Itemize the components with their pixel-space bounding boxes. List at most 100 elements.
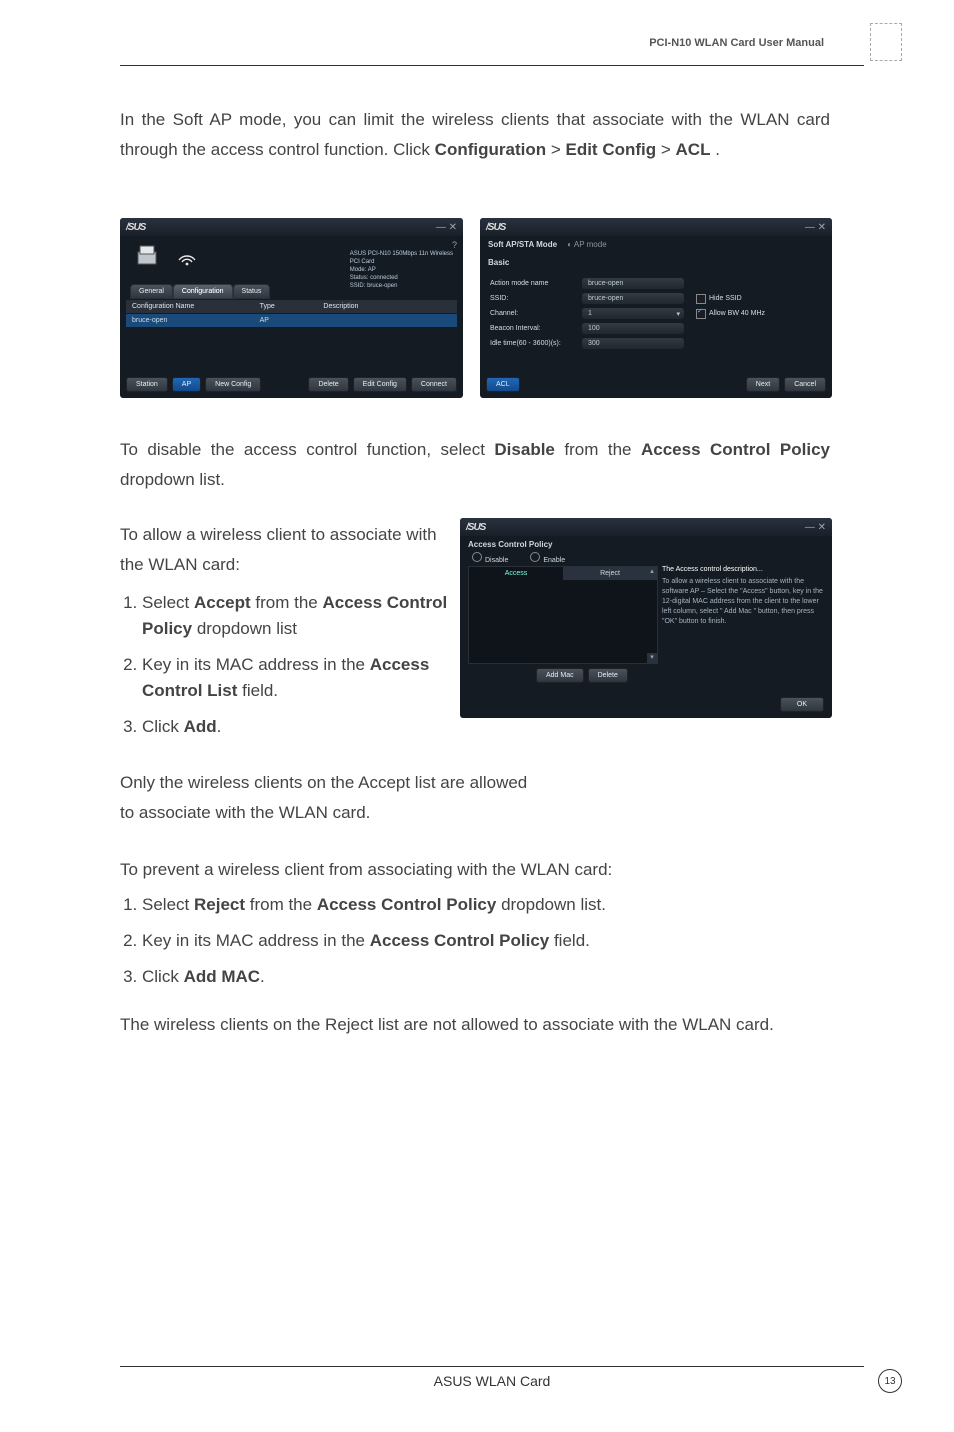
screenshot-basic-settings: /SUS — ✕ Soft AP/STA Mode ◐ AP mode Basi… [480, 218, 832, 398]
accept-note: Only the wireless clients on the Accept … [120, 768, 540, 828]
window-titlebar: /SUS — ✕ [120, 218, 463, 236]
window-controls[interactable]: — ✕ [436, 222, 457, 233]
text: > [661, 140, 676, 159]
hide-ssid-label: Hide SSID [709, 295, 742, 302]
wifi-icon [176, 246, 198, 268]
window-titlebar: /SUS — ✕ [460, 518, 832, 536]
tab-access[interactable]: Access [469, 567, 563, 580]
window-titlebar: /SUS — ✕ [480, 218, 832, 236]
section-basic: Basic [488, 258, 509, 267]
page-header-rule: PCI-N10 WLAN Card User Manual [120, 45, 864, 66]
prevent-steps: Select Reject from the Access Control Po… [120, 892, 842, 1000]
help-icon[interactable]: ? [452, 240, 457, 250]
text: from the [564, 440, 641, 459]
action-mode-input[interactable]: bruce-open [582, 278, 684, 289]
menu-acl: ACL [676, 140, 711, 159]
mode-label: Soft AP/STA Mode [488, 240, 557, 249]
text: dropdown list. [120, 470, 225, 489]
ap-button[interactable]: AP [172, 377, 201, 392]
radio-enable[interactable]: Enable [530, 552, 565, 564]
table-row[interactable]: bruce-open AP [126, 314, 457, 327]
beacon-input[interactable]: 100 [582, 323, 684, 334]
idle-time-input[interactable]: 300 [582, 338, 684, 349]
idle-time-label: Idle time(60 - 3600)(s): [490, 340, 582, 347]
allow-intro: To allow a wireless client to associate … [120, 520, 440, 580]
info-line: Status: connected [350, 274, 453, 282]
list-item: Click Add MAC. [142, 964, 842, 990]
pci-card-icon [870, 23, 902, 61]
text: . [715, 140, 720, 159]
reject-note: The wireless clients on the Reject list … [120, 1010, 830, 1040]
page-number: 13 [878, 1369, 902, 1393]
allow-bw40-checkbox[interactable] [696, 309, 706, 319]
page-footer-rule: ASUS WLAN Card 13 [120, 1366, 864, 1387]
col-description: Description [323, 303, 451, 310]
info-line: SSID: bruce-open [350, 282, 453, 290]
col-type: Type [260, 303, 324, 310]
row-name: bruce-open [132, 317, 260, 324]
footer-title: ASUS WLAN Card [120, 1373, 864, 1389]
list-item: Key in its MAC address in the Access Con… [142, 652, 462, 704]
radio-disable[interactable]: Disable [472, 552, 508, 564]
acp-heading: Access Control Policy [468, 540, 552, 549]
screenshot-access-control: /SUS — ✕ Access Control Policy Disable E… [460, 518, 832, 718]
list-item: Key in its MAC address in the Access Con… [142, 928, 842, 954]
row-desc [323, 317, 451, 324]
beacon-label: Beacon Interval: [490, 325, 582, 332]
acp-bold: Access Control Policy [641, 440, 830, 459]
description-title: The Access control description... [662, 566, 824, 573]
acl-button[interactable]: ACL [486, 377, 520, 392]
mac-list-area: Access Reject ▴ ▾ [468, 566, 658, 664]
window-controls[interactable]: — ✕ [805, 222, 826, 233]
card-icon [136, 244, 162, 268]
channel-select[interactable]: 1▾ [582, 308, 684, 319]
list-item: Select Accept from the Access Control Po… [142, 590, 462, 642]
add-mac-button[interactable]: Add Mac [536, 668, 584, 683]
edit-config-button[interactable]: Edit Config [353, 377, 407, 392]
list-item: Select Reject from the Access Control Po… [142, 892, 842, 918]
chevron-down-icon: ▾ [676, 310, 680, 318]
text: To disable the access control function, … [120, 440, 494, 459]
allow-steps: Select Accept from the Access Control Po… [120, 590, 462, 750]
list-item: Click Add. [142, 714, 462, 740]
info-line: ASUS PCI-N10 150Mbps 11n Wireless [350, 250, 453, 258]
menu-edit-config: Edit Config [565, 140, 656, 159]
channel-label: Channel: [490, 310, 582, 317]
info-line: PCI Card [350, 258, 453, 266]
disable-bold: Disable [494, 440, 554, 459]
connect-button[interactable]: Connect [411, 377, 457, 392]
row-type: AP [260, 317, 324, 324]
tab-status[interactable]: Status [233, 284, 271, 299]
scroll-up-icon[interactable]: ▴ [647, 567, 657, 577]
hide-ssid-checkbox[interactable] [696, 294, 706, 304]
action-mode-label: Action mode name [490, 280, 582, 287]
station-button[interactable]: Station [126, 377, 168, 392]
mode-value: ◐ AP mode [567, 240, 606, 249]
description-body: To allow a wireless client to associate … [662, 577, 824, 627]
next-button[interactable]: Next [746, 377, 780, 392]
asus-logo: /SUS [466, 522, 485, 533]
allow-bw40-label: Allow BW 40 MHz [709, 310, 765, 317]
ssid-input[interactable]: bruce-open [582, 293, 684, 304]
asus-logo: /SUS [486, 222, 505, 233]
tab-general[interactable]: General [130, 284, 173, 299]
tab-reject[interactable]: Reject [563, 567, 657, 580]
scroll-down-icon[interactable]: ▾ [647, 653, 657, 663]
tab-configuration[interactable]: Configuration [173, 284, 233, 299]
cancel-button[interactable]: Cancel [784, 377, 826, 392]
ssid-label: SSID: [490, 295, 582, 302]
doc-title: PCI-N10 WLAN Card User Manual [649, 37, 824, 49]
ok-button[interactable]: OK [780, 697, 824, 712]
window-controls[interactable]: — ✕ [805, 522, 826, 533]
prevent-intro: To prevent a wireless client from associ… [120, 855, 830, 885]
menu-configuration: Configuration [435, 140, 546, 159]
text: > [551, 140, 566, 159]
info-line: Mode: AP [350, 266, 453, 274]
screenshot-config-list: /SUS — ✕ ? ASUS PCI-N10 150Mbps 11n Wire… [120, 218, 463, 398]
new-config-button[interactable]: New Config [205, 377, 261, 392]
delete-button[interactable]: Delete [308, 377, 348, 392]
description-panel: The Access control description... To all… [662, 566, 824, 627]
disable-paragraph: To disable the access control function, … [120, 435, 830, 495]
delete-button[interactable]: Delete [588, 668, 628, 683]
intro-paragraph: In the Soft AP mode, you can limit the w… [120, 105, 830, 165]
